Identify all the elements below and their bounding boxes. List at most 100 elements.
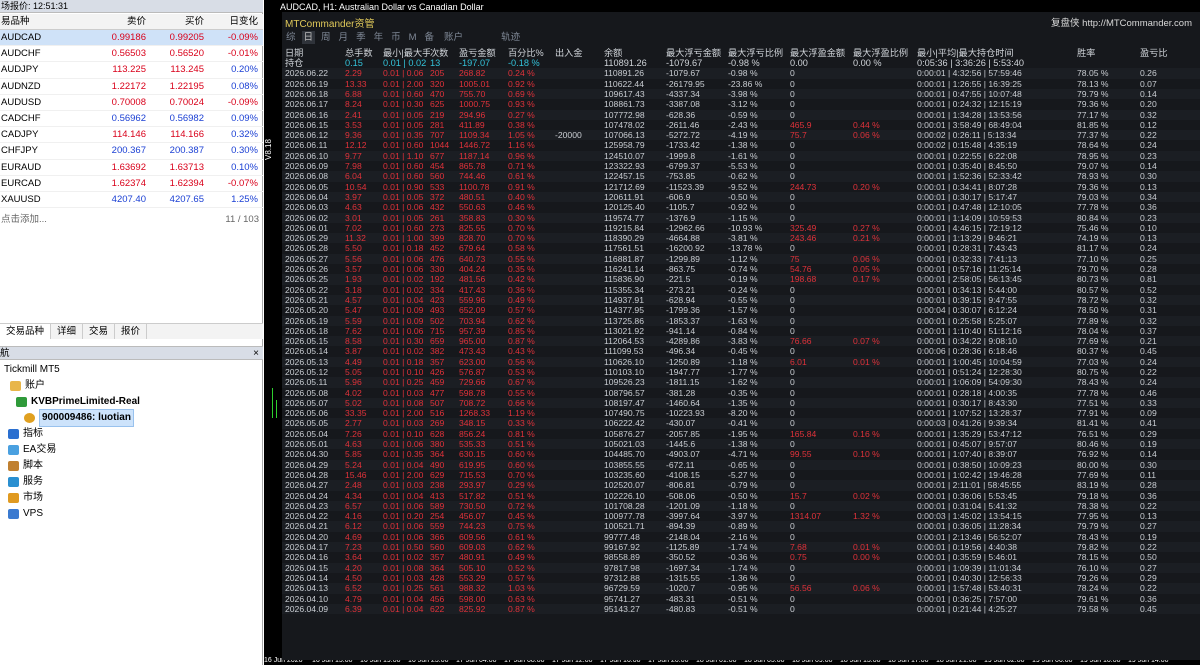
close-icon[interactable]: × <box>253 347 259 360</box>
period-tab[interactable]: 轨迹 <box>499 31 522 44</box>
table-row[interactable]: 2026.05.28 5.50 0.01 | 0.18 452 679.64 0.58 %… <box>282 243 1200 253</box>
table-row[interactable]: 2026.04.17 7.23 0.01 | 0.50 560 609.03 0.62 %… <box>282 542 1200 553</box>
table-row[interactable]: 2026.05.22 3.18 0.01 | 0.02 334 417.43 0.36 %… <box>282 285 1200 295</box>
tab-ticks[interactable]: 报价 <box>115 324 148 339</box>
table-row[interactable]: 2026.04.10 4.79 0.01 | 0.04 456 598.00 0.63 %… <box>282 594 1200 604</box>
table-row[interactable]: 2026.04.16 3.64 0.01 | 0.02 357 480.91 0.49 %… <box>282 552 1200 562</box>
column-header[interactable]: 盈亏金额 <box>459 48 508 58</box>
column-header[interactable]: 总手数 <box>345 48 383 58</box>
market-watch-row[interactable]: AUDUSD 0.70008 0.70024 -0.09% <box>0 95 263 111</box>
table-row[interactable]: 2026.05.27 5.56 0.01 | 0.06 476 640.73 0.55 %… <box>282 253 1200 265</box>
nav-item[interactable]: 市场 <box>0 490 263 506</box>
table-row[interactable]: 2026.04.22 4.16 0.01 | 0.20 254 456.07 0.45 %… <box>282 511 1200 521</box>
market-watch-row[interactable]: AUDCAD 0.99186 0.99205 -0.09% <box>0 30 263 47</box>
table-row[interactable]: 2026.04.29 5.24 0.01 | 0.04 490 619.95 0.60 %… <box>282 459 1200 470</box>
period-tab[interactable]: 年 <box>372 31 386 44</box>
market-watch-row[interactable]: AUDJPY 113.225 113.245 0.20% <box>0 62 263 79</box>
column-header[interactable]: 最小|平均|最大持仓时间 <box>917 48 1077 58</box>
table-row[interactable]: 2026.04.27 2.48 0.01 | 0.03 238 293.97 0.29 %… <box>282 480 1200 491</box>
table-row[interactable]: 2026.04.23 6.57 0.01 | 0.06 589 730.50 0.72 %… <box>282 500 1200 512</box>
table-row[interactable]: 2026.06.03 4.63 0.01 | 0.06 432 550.63 0.46 %… <box>282 202 1200 212</box>
period-tab[interactable]: 季 <box>354 31 368 44</box>
table-row[interactable]: 2026.06.10 9.77 0.01 | 1.10 677 1187.14 0.96 … <box>282 150 1200 162</box>
nav-item[interactable]: KVBPrimeLimited-Real <box>0 394 263 410</box>
col-bid[interactable]: 卖价 <box>86 14 148 29</box>
table-row[interactable]: 2026.05.21 4.57 0.01 | 0.04 423 559.96 0.49 %… <box>282 294 1200 306</box>
table-row[interactable]: 2026.06.18 6.88 0.01 | 0.60 470 755.70 0.69 %… <box>282 88 1200 100</box>
table-row[interactable]: 2026.06.08 6.04 0.01 | 0.60 560 744.46 0.61 %… <box>282 171 1200 182</box>
table-row[interactable]: 2026.05.01 4.63 0.01 | 0.06 380 535.33 0.51 %… <box>282 439 1200 450</box>
table-row[interactable]: 2026.05.20 5.47 0.01 | 0.09 493 652.09 0.57 %… <box>282 305 1200 315</box>
market-watch-row[interactable]: AUDNZD 1.22172 1.22195 0.08% <box>0 79 263 95</box>
table-row[interactable]: 2026.06.11 12.12 0.01 | 0.60 1044 1446.72 1.1… <box>282 140 1200 150</box>
nav-item[interactable]: EA交易 <box>0 442 263 458</box>
column-header[interactable]: 百分比% <box>508 48 555 58</box>
table-row[interactable]: 2026.06.19 13.33 0.01 | 2.00 320 1005.01 0.92… <box>282 79 1200 89</box>
period-tab[interactable]: M <box>407 31 419 44</box>
market-watch-row[interactable]: CHFJPY 200.367 200.387 0.30% <box>0 143 263 160</box>
nav-item[interactable]: 脚本 <box>0 458 263 474</box>
period-tab[interactable] <box>469 31 473 44</box>
nav-item[interactable]: 指标 <box>0 426 263 442</box>
table-row[interactable]: 2026.04.09 6.39 0.01 | 0.04 622 825.92 0.87 %… <box>282 603 1200 615</box>
market-watch-row[interactable]: XAUUSD 4207.40 4207.65 1.25% <box>0 192 263 209</box>
table-row[interactable]: 2026.05.29 11.32 0.01 | 1.00 399 828.70 0.70 … <box>282 233 1200 244</box>
table-row[interactable]: 2026.05.12 5.05 0.01 | 0.10 426 576.87 0.53 %… <box>282 367 1200 377</box>
tab-details[interactable]: 详细 <box>51 324 84 339</box>
table-row[interactable]: 2026.06.22 2.29 0.01 | 0.06 205 268.82 0.24 %… <box>282 68 1200 79</box>
table-row[interactable]: 2026.06.09 7.98 0.01 | 0.60 454 865.78 0.71 %… <box>282 161 1200 171</box>
period-tab[interactable]: 币 <box>389 31 403 44</box>
table-row[interactable]: 2026.04.30 5.85 0.01 | 0.35 364 630.15 0.60 %… <box>282 449 1200 459</box>
table-row[interactable]: 2026.06.02 3.01 0.01 | 0.05 261 358.83 0.30 %… <box>282 212 1200 223</box>
table-row[interactable]: 2026.05.25 1.93 0.01 | 0.02 192 481.56 0.42 %… <box>282 274 1200 285</box>
table-row[interactable]: 2026.04.24 4.34 0.01 | 0.04 413 517.82 0.51 %… <box>282 491 1200 501</box>
tab-symbols[interactable]: 交易品种 <box>0 324 52 339</box>
table-row[interactable]: 2026.05.26 3.57 0.01 | 0.06 330 404.24 0.35 %… <box>282 264 1200 274</box>
table-row[interactable]: 2026.05.05 2.77 0.01 | 0.03 269 348.15 0.33 %… <box>282 418 1200 429</box>
table-row[interactable]: 2026.05.19 5.59 0.01 | 0.09 502 703.94 0.62 %… <box>282 315 1200 326</box>
table-row[interactable]: 2026.04.14 4.50 0.01 | 0.03 428 553.29 0.57 %… <box>282 573 1200 583</box>
nav-item[interactable]: Tickmill MT5 <box>0 362 263 378</box>
column-header[interactable]: 次数 <box>430 48 459 58</box>
period-tab[interactable]: 日 <box>301 31 316 44</box>
table-row[interactable]: 2026.05.14 3.87 0.01 | 0.02 382 473.43 0.43 %… <box>282 346 1200 356</box>
table-row[interactable]: 2026.06.01 7.02 0.01 | 0.60 273 825.55 0.70 %… <box>282 223 1200 233</box>
column-header[interactable]: 最小|最大手数 <box>383 48 430 58</box>
table-row[interactable]: 2026.04.15 4.20 0.01 | 0.08 364 505.10 0.52 %… <box>282 562 1200 573</box>
column-header[interactable]: 出入金 <box>555 48 604 58</box>
table-row[interactable]: 2026.04.13 6.52 0.01 | 0.25 561 988.32 1.03 %… <box>282 583 1200 594</box>
table-row[interactable]: 2026.05.11 5.96 0.01 | 0.25 459 729.66 0.67 %… <box>282 377 1200 388</box>
table-row[interactable]: 2026.05.07 5.02 0.01 | 0.08 507 708.72 0.66 %… <box>282 397 1200 409</box>
table-row[interactable]: 2026.05.15 8.58 0.01 | 0.30 659 965.00 0.87 %… <box>282 336 1200 347</box>
table-row[interactable]: 2026.04.20 4.69 0.01 | 0.06 366 609.56 0.61 %… <box>282 532 1200 542</box>
table-row[interactable]: 2026.06.05 10.54 0.01 | 0.90 533 1100.78 0.91… <box>282 182 1200 192</box>
period-tab[interactable]: 周 <box>319 31 333 44</box>
table-row[interactable]: 2026.04.28 15.46 0.01 | 2.00 629 715.53 0.70 … <box>282 470 1200 480</box>
brand-link[interactable]: 复盘侠 http://MTCommander.com <box>1051 15 1192 29</box>
market-watch-row[interactable]: EURAUD 1.63692 1.63713 0.10% <box>0 160 263 176</box>
column-header[interactable]: 余额 <box>604 48 666 58</box>
nav-item[interactable]: 900009486: luotian <box>0 409 263 427</box>
col-ask[interactable]: 买价 <box>148 14 206 29</box>
column-header[interactable]: 最大浮盈比例 <box>853 48 917 58</box>
market-watch-row[interactable]: CADCHF 0.56962 0.56982 0.09% <box>0 111 263 128</box>
table-row[interactable]: 2026.06.17 8.24 0.01 | 0.30 625 1000.75 0.93 … <box>282 99 1200 109</box>
column-header[interactable]: 盈亏比 <box>1140 48 1185 58</box>
market-watch-row[interactable]: EURCAD 1.62374 1.62394 -0.07% <box>0 176 263 192</box>
add-symbol-link[interactable]: 点击添加... <box>1 212 47 228</box>
period-tab[interactable]: 月 <box>337 31 351 44</box>
column-header[interactable]: 最大浮亏金额 <box>666 48 728 58</box>
nav-item[interactable]: 服务 <box>0 474 263 490</box>
table-row[interactable]: 2026.05.06 33.35 0.01 | 2.00 516 1268.33 1.19… <box>282 408 1200 418</box>
nav-item[interactable]: 账户 <box>0 378 263 394</box>
col-change[interactable]: 日变化 <box>206 14 260 29</box>
market-watch-row[interactable]: CADJPY 114.146 114.166 0.32% <box>0 127 263 144</box>
period-tab[interactable]: 备 <box>423 31 437 44</box>
table-row[interactable]: 2026.06.16 2.41 0.01 | 0.05 219 294.96 0.27 %… <box>282 109 1200 120</box>
market-watch-row[interactable]: AUDCHF 0.56503 0.56520 -0.01% <box>0 46 263 63</box>
table-row[interactable]: 2026.05.08 4.02 0.01 | 0.03 477 598.78 0.55 %… <box>282 388 1200 398</box>
col-symbol[interactable]: 易品种 <box>0 14 86 29</box>
column-header[interactable]: 最大浮盈金额 <box>790 48 853 58</box>
table-row[interactable]: 2026.05.18 7.62 0.01 | 0.06 715 957.39 0.85 %… <box>282 326 1200 336</box>
column-header[interactable]: 日期 <box>282 48 345 58</box>
